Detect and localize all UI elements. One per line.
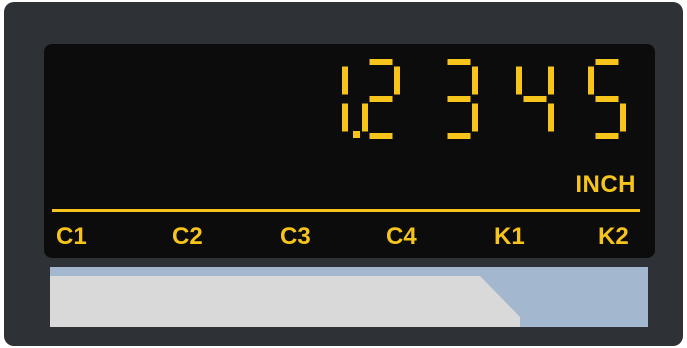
digit-1 [342,66,348,132]
channel-indicator-c3: C3 [280,223,311,250]
segment-b [342,66,348,95]
segment-g [595,96,619,102]
segment-g [369,96,393,102]
channel-indicator-c1: C1 [56,223,87,250]
digit-4 [516,66,554,132]
segment-f [588,66,594,95]
seven-segment-reading [306,55,636,145]
unit-label: INCH [575,171,636,198]
digit-2 [362,59,400,139]
segment-d [595,133,619,139]
segment-c [342,103,348,132]
segment-a [595,59,619,65]
segment-a [369,59,393,65]
segment-b [394,66,400,95]
segment-c [472,103,478,132]
segment-f [516,66,522,95]
channel-indicator-k1: K1 [494,223,525,250]
digit-5 [588,59,626,139]
segment-c [620,103,626,132]
segment-b [548,66,554,95]
segment-g [447,96,471,102]
channel-indicator-k2: K2 [598,223,629,250]
display-divider [52,209,640,212]
channel-indicator-c4: C4 [386,223,417,250]
segment-b [472,66,478,95]
decimal-point [353,131,360,138]
segment-d [447,133,471,139]
segment-c [548,103,554,132]
segment-a [447,59,471,65]
segment-d [369,133,393,139]
digit-3 [447,59,478,139]
channel-indicator-c2: C2 [172,223,203,250]
segment-e [362,103,368,132]
segment-g [523,96,547,102]
label-strip [50,267,648,327]
